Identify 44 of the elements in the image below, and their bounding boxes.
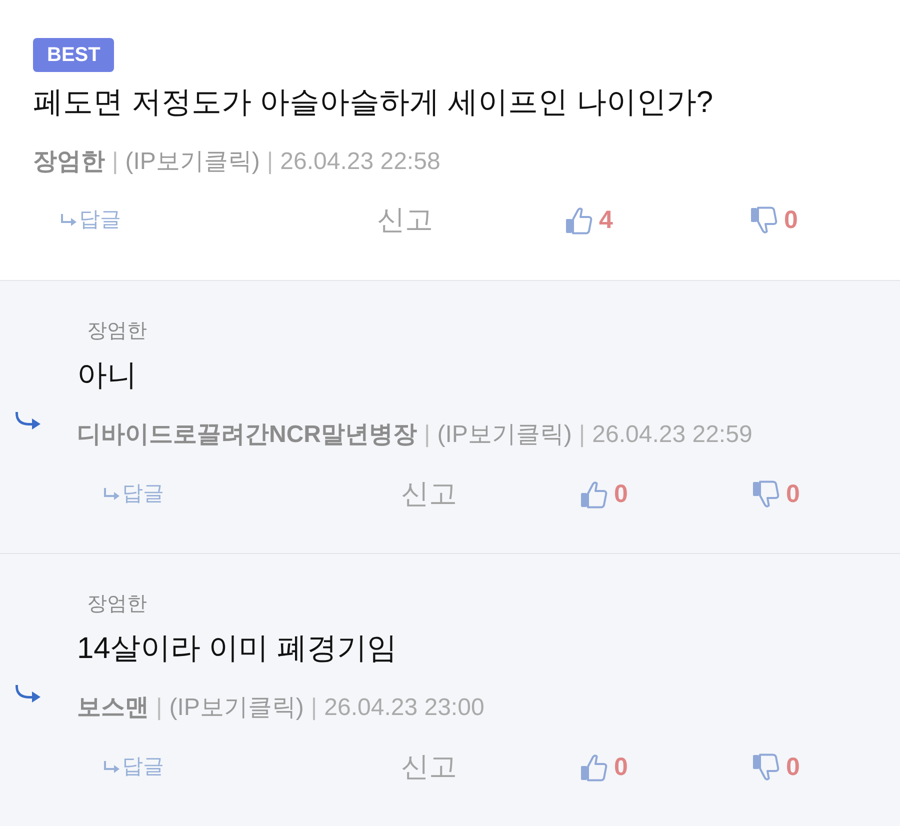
comment-text: 페도면 저정도가 아슬아슬하게 세이프인 나이인가?: [33, 85, 714, 121]
comment-text: 아니: [77, 358, 137, 394]
best-badge: BEST: [33, 38, 114, 72]
reply-button[interactable]: 답글: [60, 206, 121, 234]
author-name: 보스맨: [77, 693, 149, 723]
like-button[interactable]: 4: [565, 205, 613, 235]
comment-text: 14살이라 이미 폐경기임: [77, 631, 398, 667]
reply-arrow-icon: [103, 488, 120, 500]
reply-arrow-icon: [15, 410, 42, 430]
dislike-button[interactable]: 0: [750, 205, 798, 235]
post-date: 26.04.23 22:59: [592, 420, 752, 450]
thumbs-down-icon: [752, 752, 780, 782]
post-date: 26.04.23 22:58: [280, 147, 440, 177]
separator: |: [424, 420, 430, 450]
thumbs-up-icon: [580, 752, 608, 782]
dislike-button[interactable]: 0: [752, 752, 800, 782]
reply-arrow-icon: [60, 214, 77, 226]
like-button[interactable]: 0: [580, 479, 628, 509]
author-name: 장엄한: [33, 147, 105, 177]
reply-arrow-icon: [103, 761, 120, 773]
separator: |: [156, 693, 162, 723]
thumbs-up-icon: [580, 480, 608, 508]
ip-link[interactable]: (IP보기클릭): [169, 690, 304, 726]
thumbs-up-icon: [565, 206, 593, 234]
thumbs-down-icon: [752, 480, 780, 508]
separator: |: [266, 147, 274, 177]
ip-link[interactable]: (IP보기클릭): [437, 417, 572, 453]
report-button[interactable]: 신고: [377, 202, 433, 238]
reply-button[interactable]: 답글: [103, 753, 164, 781]
separator: |: [112, 147, 118, 177]
author-name: 디바이드로끌려간NCR말년병장: [77, 420, 417, 450]
dislike-button[interactable]: 0: [752, 479, 800, 509]
like-button[interactable]: 0: [580, 752, 628, 782]
post-date: 26.04.23 23:00: [324, 693, 484, 723]
reply-button[interactable]: 답글: [103, 480, 164, 508]
separator: |: [310, 693, 318, 723]
report-button[interactable]: 신고: [401, 749, 457, 785]
thumbs-down-icon: [750, 206, 778, 234]
report-button[interactable]: 신고: [401, 476, 457, 512]
reply-to-name: 장엄한: [87, 592, 147, 617]
reply-to-name: 장엄한: [87, 319, 147, 344]
reply-arrow-icon: [15, 683, 42, 703]
separator: |: [578, 420, 586, 450]
ip-link[interactable]: (IP보기클릭): [125, 144, 260, 180]
